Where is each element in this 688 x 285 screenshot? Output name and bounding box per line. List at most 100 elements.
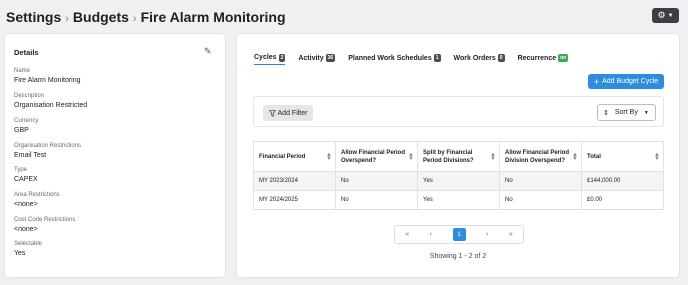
budget-cycles-table: Financial Period ▲ ▼ Allow Financial Peri… <box>253 141 664 210</box>
sort-icon: ⇕ <box>603 109 609 117</box>
tab-label: Recurrence <box>517 54 557 62</box>
header-text: Overspend? <box>341 157 377 164</box>
tab-count-badge: 36 <box>325 54 336 62</box>
add-filter-button[interactable]: Add Filter <box>263 105 313 121</box>
column-header-financial-period[interactable]: Financial Period ▲ ▼ <box>253 141 336 172</box>
detail-selectable: Selectable Yes <box>14 241 42 257</box>
column-header-total[interactable]: Total ▲ ▼ <box>581 141 664 172</box>
first-page-button[interactable]: « <box>405 231 409 238</box>
cell-financial-period: MY 2024/2025 <box>253 190 336 210</box>
sort-by-select[interactable]: ⇕ Sort By ▼ <box>597 104 656 121</box>
prev-page-button[interactable]: ‹ <box>430 231 432 238</box>
field-value: GBP <box>14 127 29 134</box>
tab-count-badge: 2 <box>278 53 286 62</box>
tab-count-badge: 0 <box>497 54 505 62</box>
tab-label: Activity <box>298 54 324 62</box>
breadcrumb: Settings › Budgets › Fire Alarm Monitoring <box>6 9 286 25</box>
cell-total: £144,000.00 <box>581 171 664 191</box>
field-value: Email Test <box>14 152 47 159</box>
tab-work-orders[interactable]: Work Orders 0 <box>454 51 505 65</box>
settings-dropdown-button[interactable]: ⚙ ▼ <box>652 8 679 23</box>
next-page-button[interactable]: › <box>486 231 488 238</box>
tab-label: Cycles <box>254 54 277 61</box>
cell-division-overspend: No <box>499 190 582 210</box>
detail-currency: Currency GBP <box>14 118 38 134</box>
tab-count-badge: 1 <box>433 54 441 62</box>
pagination-summary: Showing 1 - 2 of 2 <box>429 253 487 260</box>
column-header-division-overspend[interactable]: Allow Financial Period Division Overspen… <box>499 141 582 172</box>
field-label: Selectable <box>14 241 43 247</box>
table-row[interactable]: MY 2023/2024 No Yes No £144,000.00 <box>253 171 664 191</box>
field-value: Yes <box>14 250 26 257</box>
tab-label: Planned Work Schedules <box>348 54 432 62</box>
field-label: Organisation Restrictions <box>14 143 82 149</box>
field-label: Type <box>14 167 28 173</box>
table-row[interactable]: MY 2024/2025 No Yes No £0.00 <box>253 190 664 210</box>
page-title: Fire Alarm Monitoring <box>140 9 286 25</box>
detail-description: Description Organisation Restricted <box>14 93 87 109</box>
detail-cost-code-restrictions: Cost Code Restrictions <none> <box>14 217 75 233</box>
cell-allow-overspend: No <box>335 171 418 191</box>
page-button-current[interactable]: 1 <box>452 228 466 241</box>
caret-down-icon: ▼ <box>667 12 674 19</box>
tab-recurrence[interactable]: Recurrence on <box>518 51 569 65</box>
sort-arrows-icon: ▲ ▼ <box>408 152 414 162</box>
add-budget-cycle-label: Add Budget Cycle <box>602 78 659 85</box>
caret-down-icon: ▼ <box>643 109 649 116</box>
cell-division-overspend: No <box>499 171 582 191</box>
header-text: Split by Financial <box>423 149 473 156</box>
add-budget-cycle-button[interactable]: + Add Budget Cycle <box>588 74 664 89</box>
column-header-split-by-divisions[interactable]: Split by Financial Period Divisions? ▲ ▼ <box>417 141 500 172</box>
sort-arrows-icon: ▲ ▼ <box>654 152 660 162</box>
cell-total: £0.00 <box>581 190 664 210</box>
field-value: Organisation Restricted <box>14 102 88 109</box>
field-label: Area Restrictions <box>14 192 60 198</box>
recurrence-status-badge: on <box>558 54 569 62</box>
sort-arrows-icon: ▲ ▼ <box>490 152 496 162</box>
breadcrumb-settings[interactable]: Settings <box>6 9 61 25</box>
edit-icon[interactable]: ✎ <box>204 46 212 57</box>
field-label: Cost Code Restrictions <box>14 217 76 223</box>
header-text: Period Divisions? <box>423 157 474 164</box>
tab-cycles[interactable]: Cycles 2 <box>254 51 286 65</box>
sort-by-label: Sort By <box>614 109 638 116</box>
detail-name: Name Fire Alarm Monitoring <box>14 68 81 84</box>
field-label: Currency <box>14 118 39 124</box>
detail-organisation-restrictions: Organisation Restrictions Email Test <box>14 143 81 159</box>
field-label: Description <box>14 93 45 99</box>
header-text: Total <box>587 153 601 160</box>
details-heading: Details <box>14 48 39 57</box>
detail-area-restrictions: Area Restrictions <none> <box>14 192 60 208</box>
breadcrumb-separator: › <box>132 13 137 25</box>
breadcrumb-separator: › <box>65 13 69 25</box>
sort-arrows-icon: ▲ ▼ <box>326 152 332 162</box>
pagination: « ‹ 1 › » <box>394 225 524 244</box>
sort-arrows-icon: ▲ ▼ <box>572 152 578 162</box>
header-text: Allow Financial Period <box>505 149 570 156</box>
details-panel: Details ✎ Name Fire Alarm Monitoring Des… <box>5 34 225 277</box>
table-header-row: Financial Period ▲ ▼ Allow Financial Peri… <box>253 141 664 172</box>
header-text: Financial Period <box>259 153 306 160</box>
breadcrumb-budgets[interactable]: Budgets <box>73 9 129 25</box>
cell-split-divisions: Yes <box>417 171 500 191</box>
cell-split-divisions: Yes <box>417 190 500 210</box>
last-page-button[interactable]: » <box>509 231 513 238</box>
tab-label: Work Orders <box>453 54 496 62</box>
cell-financial-period: MY 2023/2024 <box>253 171 336 191</box>
tab-activity[interactable]: Activity 36 <box>298 51 336 65</box>
field-value: Fire Alarm Monitoring <box>14 77 81 84</box>
filter-bar: Add Filter ⇕ Sort By ▼ <box>253 96 664 127</box>
field-value: <none> <box>14 226 38 233</box>
cell-allow-overspend: No <box>335 190 418 210</box>
field-value: <none> <box>14 201 38 208</box>
column-header-allow-overspend[interactable]: Allow Financial Period Overspend? ▲ ▼ <box>335 141 418 172</box>
add-filter-label: Add Filter <box>277 109 308 117</box>
tab-planned-work-schedules[interactable]: Planned Work Schedules 1 <box>348 51 441 65</box>
detail-type: Type CAPEX <box>14 167 38 183</box>
tab-bar: Cycles 2 Activity 36 Planned Work Schedu… <box>254 51 569 65</box>
budget-main-panel: Cycles 2 Activity 36 Planned Work Schedu… <box>237 34 679 277</box>
plus-icon: + <box>593 76 600 87</box>
filter-icon <box>268 109 276 117</box>
header-text: Division Overspend? <box>505 157 566 164</box>
field-value: CAPEX <box>14 176 38 183</box>
